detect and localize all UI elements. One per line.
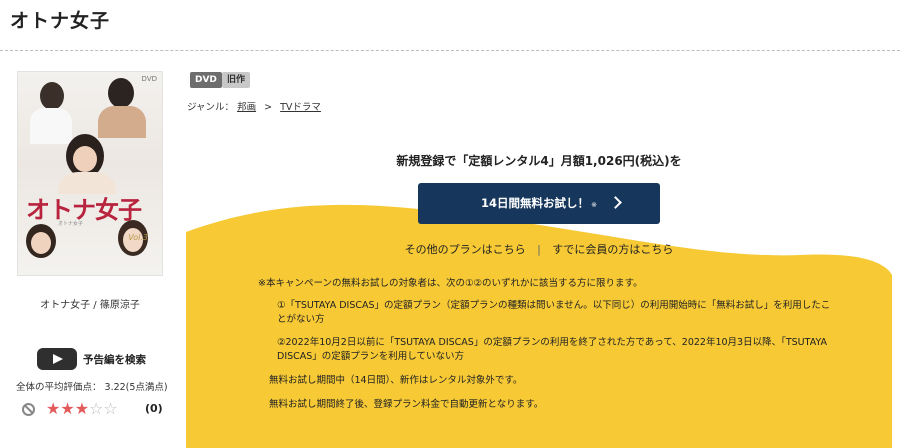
no-entry-icon[interactable] (22, 403, 35, 416)
campaign-note-auto-renewal: 無料お試し期間終了後、登録プラン料金で自動更新となります。 (269, 399, 544, 410)
genre-link-houga[interactable]: 邦画 (237, 102, 256, 113)
trailer-search-link[interactable]: 予告編を検索 (83, 352, 146, 367)
plan-links: その他のプランはこちら | すでに会員の方はこちら (186, 241, 892, 257)
star-icon: ★ (46, 399, 61, 418)
genre-breadcrumb: ジャンル： 邦画 > TVドラマ (187, 99, 321, 113)
badge-dvd: DVD (190, 72, 222, 88)
campaign-note-new-releases: 無料お試し期間中（14日間）、新作はレンタル対象外です。 (269, 375, 523, 386)
average-rating: 全体の平均評価点： 3.22(5点満点) (16, 382, 168, 393)
free-trial-note-mark: ※ (591, 201, 597, 209)
cover-figure (108, 78, 134, 108)
cast-line: オトナ女子 / 篠原涼子 (40, 300, 140, 311)
title-divider (0, 50, 900, 51)
cover-figure (30, 108, 72, 144)
genre-link-tvdrama[interactable]: TVドラマ (280, 102, 321, 113)
free-trial-button[interactable]: 14日間無料お試し！ ※ (418, 183, 660, 224)
cover-figure (98, 106, 146, 138)
cover-figure (40, 82, 64, 110)
star-icon: ★ (60, 399, 75, 418)
promo-headline: 新規登録で「定額レンタル4」月額1,026円(税込)を (396, 154, 682, 168)
cover-figure (31, 232, 51, 254)
campaign-note-condition-1: ①「TSUTAYA DISCAS」の定額プラン（定額プランの種類は問いません。以… (277, 300, 831, 325)
play-icon[interactable] (37, 348, 77, 370)
cover-subtitle: オトナ女子 (58, 221, 84, 227)
chevron-right-icon (609, 196, 622, 209)
campaign-note-condition-2: ②2022年10月2日以前に「TSUTAYA DISCAS」の定額プランの利用を… (277, 337, 828, 362)
star-icon: ☆ (103, 399, 118, 418)
cover-dvd-mark: DVD (141, 75, 157, 83)
cover-volume: Vol.3 (128, 233, 148, 242)
star-rating[interactable]: ★★★☆☆ (46, 399, 118, 418)
link-divider: | (537, 243, 541, 256)
free-trial-label: 14日間無料お試し！ (481, 196, 590, 210)
badge-old-release: 旧作 (222, 72, 251, 88)
star-icon: ☆ (89, 399, 104, 418)
other-plans-link[interactable]: その他のプランはこちら (405, 243, 526, 256)
star-icon: ★ (74, 399, 90, 418)
cover-figure (73, 146, 97, 172)
genre-label: ジャンル： (187, 102, 235, 113)
page-title: オトナ女子 (10, 10, 111, 32)
review-count-link[interactable]: (0) (145, 402, 163, 415)
member-login-link[interactable]: すでに会員の方はこちら (552, 243, 673, 256)
cover-title-art: オトナ女子 (26, 195, 142, 224)
breadcrumb-separator: > (264, 102, 273, 113)
dvd-cover-image[interactable]: DVD オトナ女子 オトナ女子 Vol.3 (17, 71, 163, 276)
campaign-note-eligibility: ※本キャンペーンの無料お試しの対象者は、次の①②のいずれかに該当する方に限ります… (258, 278, 643, 289)
